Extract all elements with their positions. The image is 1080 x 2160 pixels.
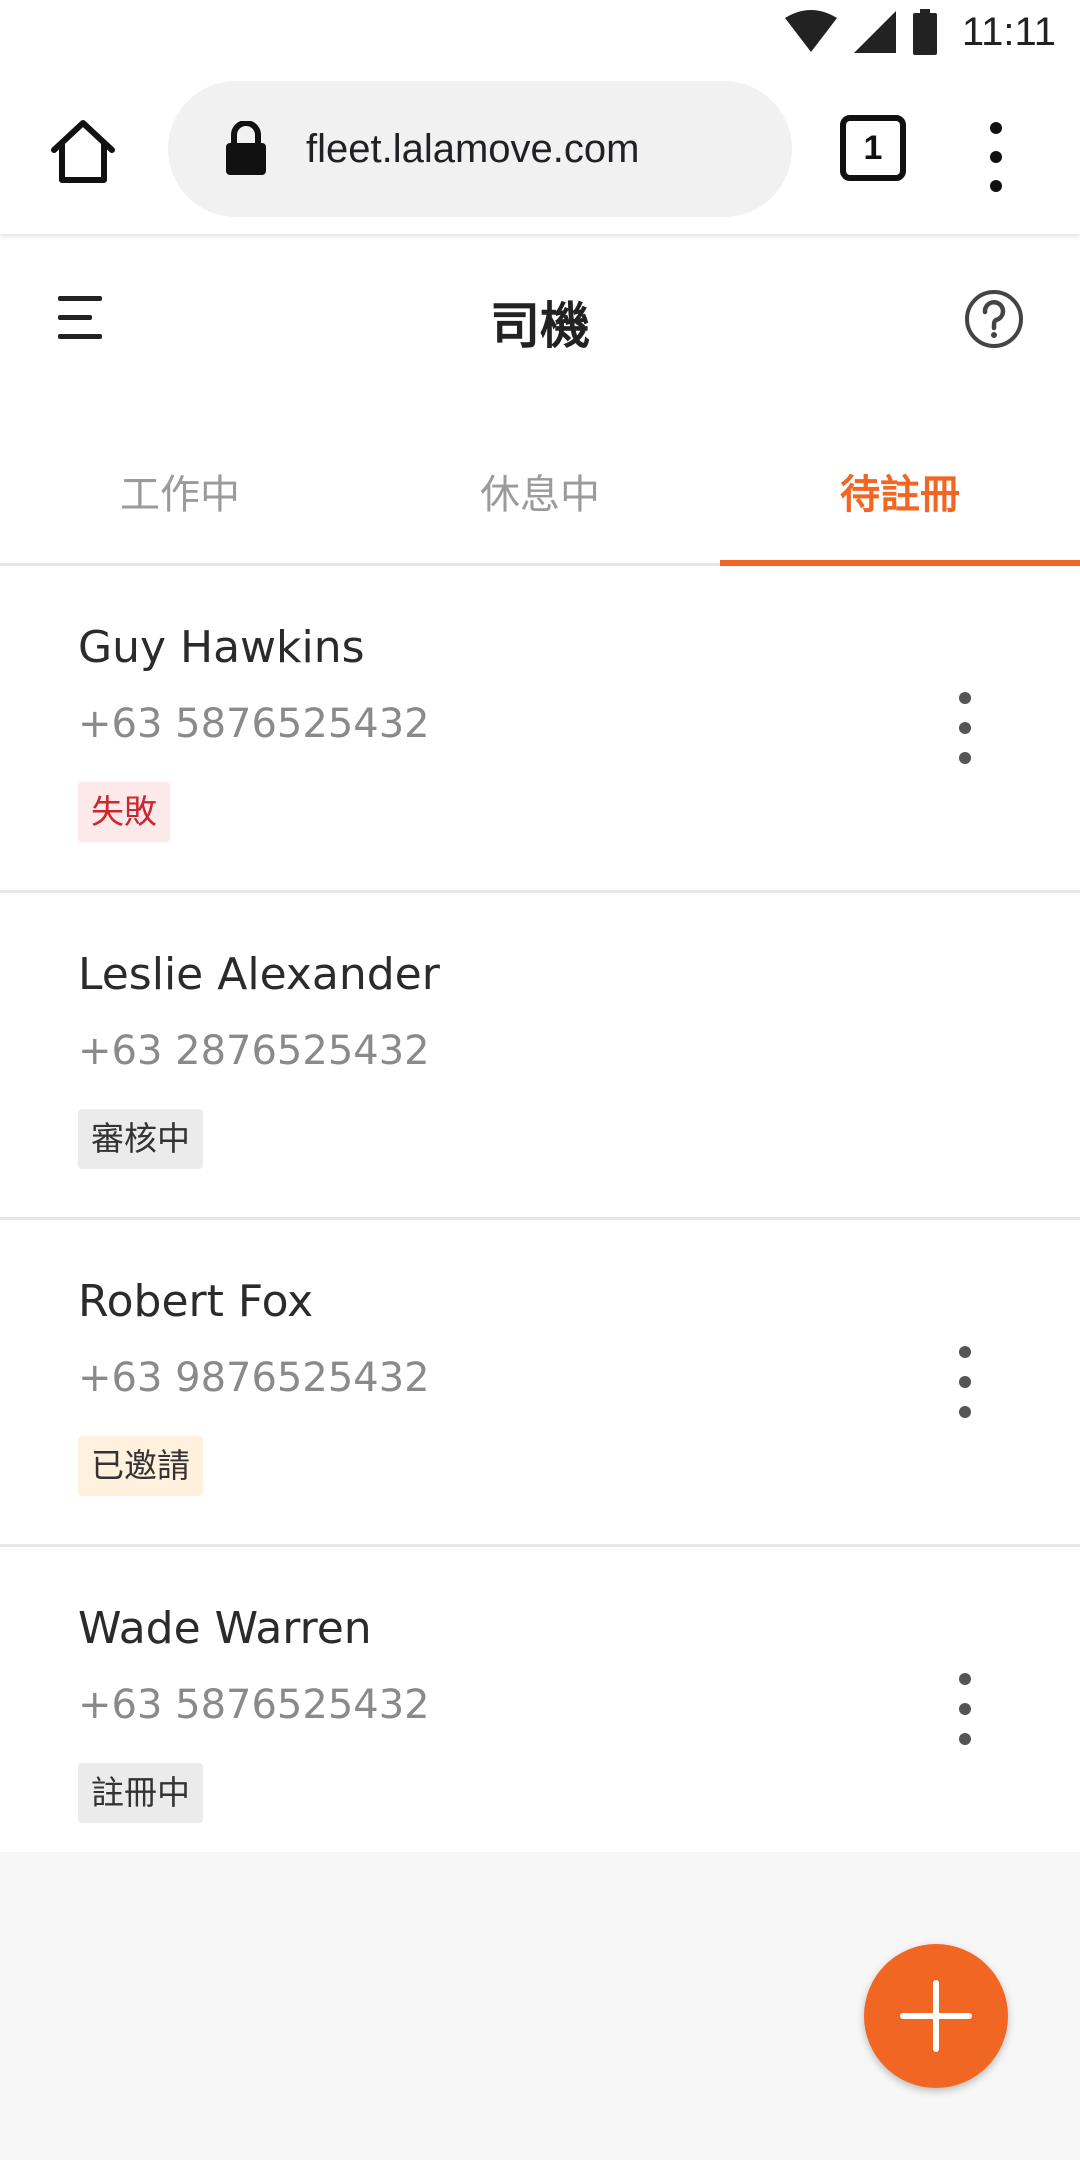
status-bar: 11:11 [0,0,1080,64]
browser-toolbar: fleet.lalamove.com 1 [0,64,1080,234]
status-badge: 審核中 [78,1109,203,1169]
driver-phone: +63 5876525432 [78,1682,430,1728]
driver-phone: +63 2876525432 [78,1028,430,1074]
clock: 11:11 [961,9,1056,54]
home-icon [51,120,115,183]
more-options-button[interactable] [945,1673,985,1745]
driver-phone: +63 9876525432 [78,1355,430,1401]
battery-icon [912,9,937,55]
list-item[interactable]: Guy Hawkins +63 5876525432 失敗 [0,566,1080,893]
page-title: 司機 [490,297,590,355]
status-badge: 註冊中 [78,1763,203,1823]
help-icon[interactable] [963,288,1025,350]
status-badge: 失敗 [78,782,170,842]
app-header: 司機 [0,234,1080,410]
home-button[interactable] [44,112,122,190]
more-options-button[interactable] [945,692,985,764]
tab-pending-registration[interactable]: 待註冊 [720,410,1080,563]
wifi-icon [784,10,837,52]
driver-name: Wade Warren [78,1603,372,1654]
driver-name: Guy Hawkins [78,622,365,673]
list-item[interactable]: Wade Warren +63 5876525432 註冊中 [0,1547,1080,1852]
driver-phone: +63 5876525432 [78,701,430,747]
list-item[interactable]: Leslie Alexander +63 2876525432 審核中 [0,893,1080,1220]
driver-name: Leslie Alexander [78,949,440,1000]
add-driver-button[interactable] [864,1944,1008,2088]
tab-resting[interactable]: 休息中 [360,410,720,563]
url-text: fleet.lalamove.com [306,127,640,171]
more-options-button[interactable] [945,1346,985,1418]
tab-switcher-button[interactable]: 1 [840,115,906,181]
more-vert-icon[interactable] [976,122,1016,192]
tab-working[interactable]: 工作中 [0,410,360,563]
list-item[interactable]: Robert Fox +63 9876525432 已邀請 [0,1220,1080,1547]
driver-name: Robert Fox [78,1276,314,1327]
signal-icon [853,11,896,53]
driver-list: Guy Hawkins +63 5876525432 失敗 Leslie Ale… [0,566,1080,1852]
tab-bar: 工作中 休息中 待註冊 [0,410,1080,566]
status-badge: 已邀請 [78,1436,203,1496]
address-bar[interactable]: fleet.lalamove.com [168,81,792,217]
lock-icon [226,121,266,175]
